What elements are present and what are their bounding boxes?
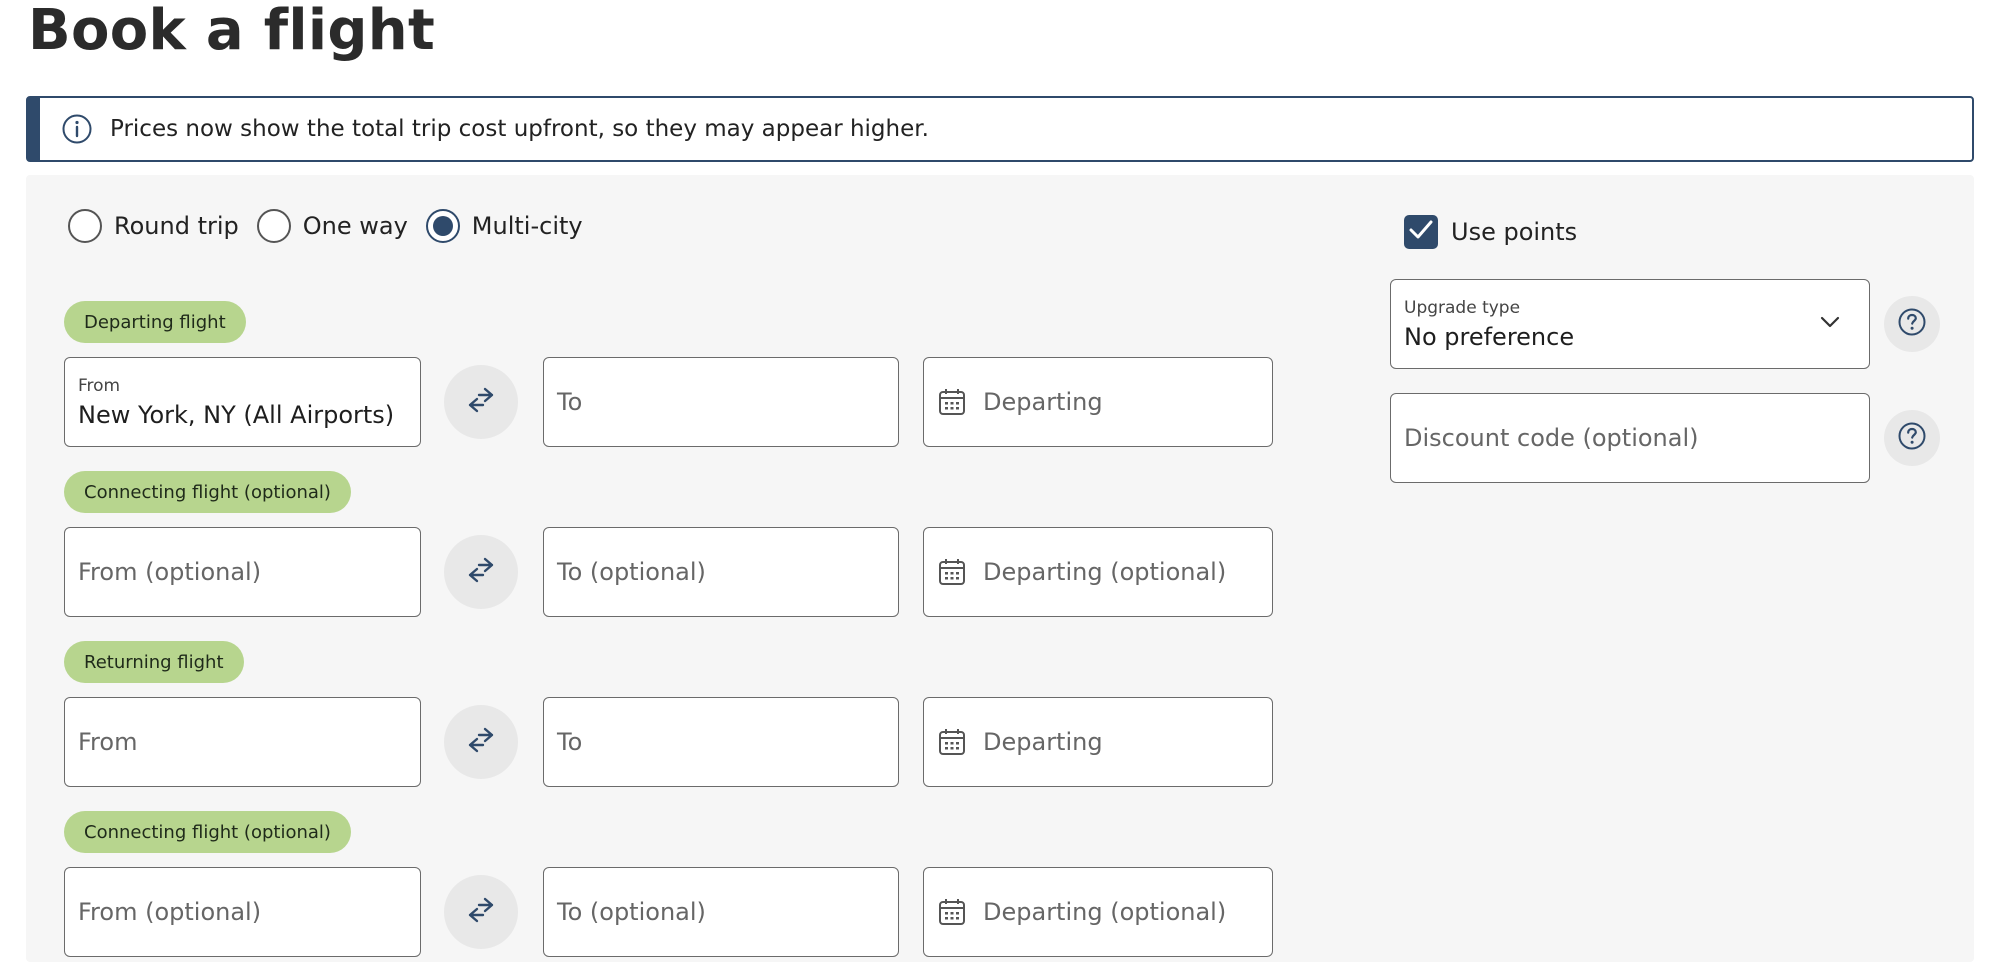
radio-circle-selected[interactable] [425, 209, 460, 243]
radio-round-trip[interactable]: Round trip [68, 209, 239, 243]
use-points-label: Use points [1451, 218, 1578, 246]
swap-button[interactable] [444, 535, 518, 609]
swap-arrows-icon [465, 386, 497, 418]
departing-date-field[interactable]: Departing [923, 357, 1273, 447]
use-points-checkbox[interactable] [1404, 215, 1438, 249]
upgrade-help-button[interactable] [1884, 296, 1940, 352]
calendar-icon [937, 386, 969, 418]
departing-date-field[interactable]: Departing (optional) [923, 867, 1273, 957]
radio-circle[interactable] [68, 209, 102, 243]
radio-dot [432, 216, 453, 236]
radio-one-way[interactable]: One way [256, 209, 408, 243]
discount-code-placeholder: Discount code (optional) [1404, 424, 1699, 452]
info-icon [60, 112, 94, 146]
help-icon [1897, 421, 1927, 455]
calendar-icon [937, 896, 969, 928]
segment-tag-returning: Returning flight [64, 641, 244, 683]
from-field[interactable]: From (optional) [64, 867, 421, 957]
departing-date-placeholder: Departing [983, 728, 1103, 756]
departing-date-field[interactable]: Departing (optional) [923, 527, 1273, 617]
swap-arrows-icon [465, 556, 497, 588]
from-field-placeholder: From (optional) [78, 898, 262, 926]
to-field-placeholder: To [557, 728, 583, 756]
radio-label: Round trip [114, 212, 239, 240]
from-field-value: New York, NY (All Airports) [78, 400, 395, 429]
help-icon [1897, 307, 1927, 341]
upgrade-type-select[interactable]: Upgrade type No preference [1390, 279, 1870, 369]
radio-label: One way [302, 212, 408, 240]
swap-arrows-icon [465, 726, 497, 758]
radio-circle[interactable] [256, 209, 291, 243]
to-field-placeholder: To (optional) [557, 898, 706, 926]
from-field-placeholder: From (optional) [78, 558, 262, 586]
from-field-placeholder: From [78, 728, 138, 756]
swap-button[interactable] [444, 875, 518, 949]
checkmark-icon [1408, 219, 1434, 245]
departing-date-placeholder: Departing (optional) [983, 558, 1227, 586]
from-field[interactable]: From New York, NY (All Airports) [64, 357, 421, 447]
swap-button[interactable] [444, 365, 518, 439]
departing-date-placeholder: Departing (optional) [983, 898, 1227, 926]
to-field[interactable]: To (optional) [543, 867, 899, 957]
trip-type-group: Round trip One way Multi-city [68, 209, 601, 243]
to-field[interactable]: To [543, 357, 899, 447]
discount-help-button[interactable] [1884, 410, 1940, 466]
segment-tag-departing: Departing flight [64, 301, 246, 343]
notice-text: Prices now show the total trip cost upfr… [110, 116, 929, 142]
booking-panel: Round trip One way Multi-city Departing … [26, 175, 1974, 962]
from-field-label: From [78, 375, 121, 396]
discount-code-input[interactable]: Discount code (optional) [1390, 393, 1870, 483]
swap-arrows-icon [465, 896, 497, 928]
upgrade-type-label: Upgrade type [1404, 297, 1521, 318]
chevron-down-icon [1819, 314, 1841, 333]
to-field-placeholder: To (optional) [557, 558, 706, 586]
to-field[interactable]: To [543, 697, 899, 787]
info-notice: Prices now show the total trip cost upfr… [26, 96, 1974, 162]
upgrade-type-value: No preference [1404, 322, 1575, 351]
to-field-placeholder: To [557, 388, 583, 416]
use-points-option[interactable]: Use points [1404, 215, 1577, 249]
segment-tag-connecting: Connecting flight (optional) [64, 471, 351, 513]
radio-label: Multi-city [471, 212, 583, 240]
from-field[interactable]: From (optional) [64, 527, 421, 617]
radio-multi-city[interactable]: Multi-city [425, 209, 583, 243]
page-title: Book a flight [28, 0, 436, 63]
calendar-icon [937, 556, 969, 588]
calendar-icon [937, 726, 969, 758]
swap-button[interactable] [444, 705, 518, 779]
departing-date-placeholder: Departing [983, 388, 1103, 416]
departing-date-field[interactable]: Departing [923, 697, 1273, 787]
segment-tag-connecting: Connecting flight (optional) [64, 811, 351, 853]
to-field[interactable]: To (optional) [543, 527, 899, 617]
from-field[interactable]: From [64, 697, 421, 787]
